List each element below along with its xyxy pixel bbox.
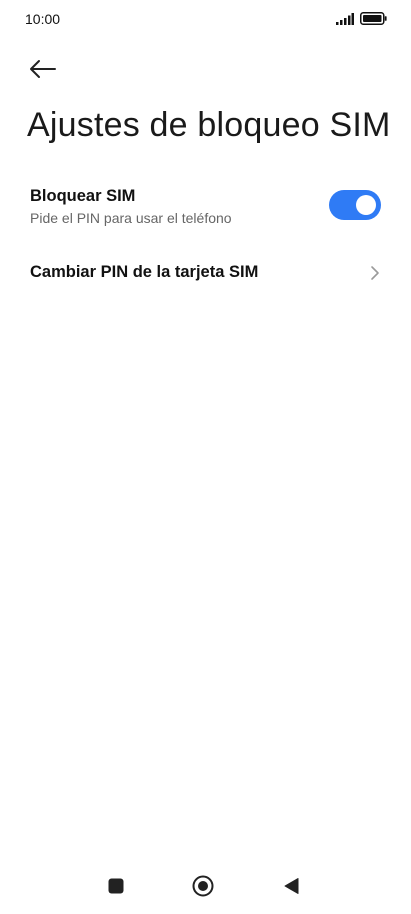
lock-sim-toggle[interactable] [329,190,381,220]
status-bar: 10:00 [0,0,411,40]
status-time: 10:00 [25,11,61,27]
home-button[interactable] [191,874,215,898]
page-title: Ajustes de bloqueo SIM [27,106,391,144]
navigation-bar [0,866,411,906]
chevron-right-icon [369,265,381,281]
status-icons [336,12,387,25]
home-icon [191,875,215,902]
signal-icon [336,12,354,25]
lock-sim-subtitle: Pide el PIN para usar el teléfono [30,210,232,226]
change-pin-title: Cambiar PIN de la tarjeta SIM [30,263,259,281]
recent-apps-icon [104,878,128,902]
lock-sim-title: Bloquear SIM [30,187,136,205]
arrow-left-icon [26,60,58,87]
setting-row-lock-sim[interactable]: Bloquear SIM Pide el PIN para usar el te… [0,178,411,242]
back-triangle-icon [280,878,304,902]
recent-apps-button[interactable] [104,874,128,898]
nav-back-button[interactable] [280,874,304,898]
setting-row-change-pin[interactable]: Cambiar PIN de la tarjeta SIM [0,250,411,296]
back-button[interactable] [26,55,58,83]
battery-icon [360,12,387,25]
toggle-knob [356,195,376,215]
